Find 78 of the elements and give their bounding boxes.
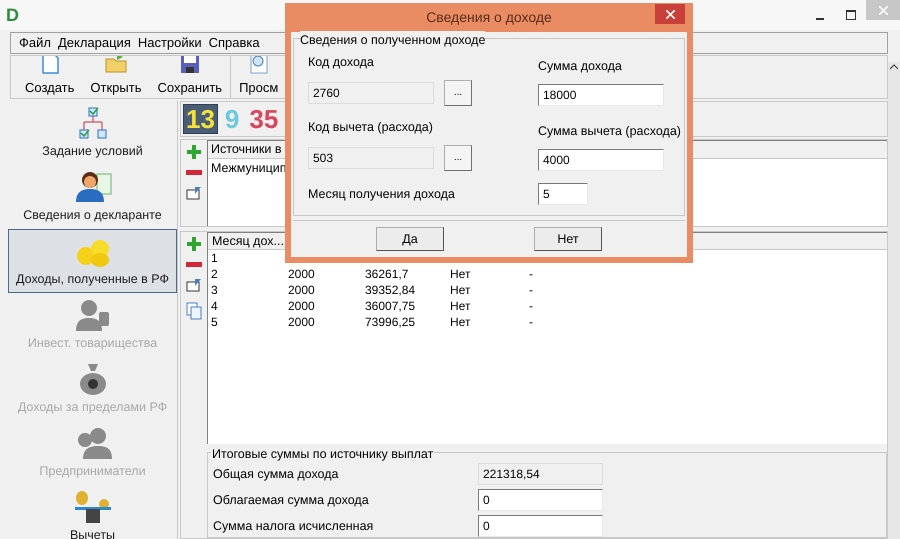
table-cell-text: 36261,7 — [365, 266, 410, 283]
folder-icon — [104, 56, 127, 74]
app-logo: D — [6, 6, 19, 24]
table-cell-text: 5 — [210, 314, 219, 331]
text-field[interactable]: 2760 — [308, 82, 434, 104]
menu-item[interactable]: Настройки — [138, 33, 202, 53]
coins-icon — [74, 238, 110, 268]
rate-tab[interactable]: 35 — [246, 104, 282, 134]
sidebar-item[interactable]: Вычеты — [8, 485, 177, 539]
text-field[interactable]: 0 — [478, 515, 603, 537]
edit-icon[interactable] — [186, 186, 202, 200]
browse-button[interactable]: ... — [444, 144, 472, 170]
rate-tab[interactable]: 13 — [183, 104, 218, 134]
table-cell-text: - — [529, 298, 534, 315]
dialog-button[interactable]: Нет — [534, 227, 602, 251]
maximize-icon[interactable] — [846, 10, 856, 20]
field-label: Код дохода — [308, 54, 375, 71]
dialog-button[interactable]: Да — [376, 227, 444, 251]
table-cell-text: 2000 — [288, 298, 316, 315]
menu-item[interactable]: Файл — [19, 33, 51, 53]
add-icon[interactable] — [186, 236, 202, 252]
field-label: Месяц получения дохода — [308, 186, 455, 204]
table-cell-text: 36007,75 — [365, 298, 416, 315]
table-cell-text: 3 — [210, 282, 219, 299]
remove-icon[interactable] — [186, 170, 202, 176]
table-cell-text: Нет — [450, 298, 472, 315]
table-cell-text: Нет — [450, 314, 472, 331]
table-cell-text: 2000 — [288, 314, 316, 331]
magnifier-page-icon — [248, 56, 269, 74]
toolbar-button[interactable]: Сохранить — [149, 56, 230, 98]
table-cell-text: Нет — [450, 282, 472, 299]
sidebar-item[interactable]: Задание условий — [8, 101, 177, 165]
table-cell-text: 73996,25 — [365, 314, 416, 331]
table-cell-text: - — [529, 314, 534, 331]
text-field[interactable]: 4000 — [538, 148, 664, 170]
dialog-title: Сведения о доходе — [426, 8, 552, 27]
table-cell-text: 39352,84 — [365, 282, 416, 299]
table-cell-text: 2000 — [288, 266, 316, 283]
table-cell-text: Межмуницип — [210, 160, 288, 177]
money-bag-icon — [78, 362, 108, 396]
text-field[interactable]: 221318,54 — [478, 463, 603, 485]
toolbar-button[interactable]: Создать — [17, 56, 82, 98]
table-cell-text: 2000 — [288, 282, 316, 299]
remove-icon[interactable] — [186, 262, 202, 268]
browse-button[interactable]: ... — [444, 80, 472, 106]
table-cell-text: - — [529, 282, 534, 299]
close-icon — [878, 6, 888, 14]
table-cell-text: - — [529, 266, 534, 283]
close-button[interactable] — [655, 4, 685, 24]
text-field[interactable]: 503 — [308, 146, 434, 168]
field-label: Сумма налога исчисленная — [213, 518, 374, 535]
sidebar-item[interactable]: Сведения о декларанте — [8, 165, 177, 229]
table-cell-text: Нет — [450, 266, 472, 283]
field-label: Облагаемая сумма дохода — [213, 492, 370, 509]
scroll-up-icon — [890, 64, 898, 70]
toolbar-button[interactable]: Открыть — [82, 56, 150, 98]
edit-icon[interactable] — [186, 278, 202, 292]
table-cell-text: 4 — [210, 298, 219, 315]
copy-icon[interactable] — [186, 302, 202, 320]
table-cell-text: 2 — [210, 266, 219, 283]
menu-item[interactable]: Декларация — [58, 33, 131, 53]
menu-item[interactable]: Справка — [208, 33, 260, 53]
close-icon — [666, 10, 674, 18]
scales-calculator-icon — [72, 490, 112, 524]
table-cell-text: 1 — [210, 250, 219, 267]
scrollbar[interactable] — [888, 62, 900, 539]
field-label: Общая сумма дохода — [213, 466, 340, 483]
text-field[interactable]: 18000 — [538, 84, 664, 106]
person-phone-icon — [74, 298, 110, 332]
field-label: Сумма вычета (расхода) — [538, 122, 681, 140]
text-field[interactable]: 5 — [538, 182, 588, 204]
sidebar-item[interactable]: Доходы, полученные в РФ — [8, 229, 177, 293]
field-label: Сумма дохода — [538, 58, 623, 75]
field-label: Код вычета (расхода) — [308, 118, 434, 136]
document-icon — [40, 56, 59, 74]
add-icon[interactable] — [186, 144, 202, 160]
text-field[interactable]: 0 — [478, 489, 603, 511]
group-title: Сведения о полученном доходе — [300, 31, 486, 50]
